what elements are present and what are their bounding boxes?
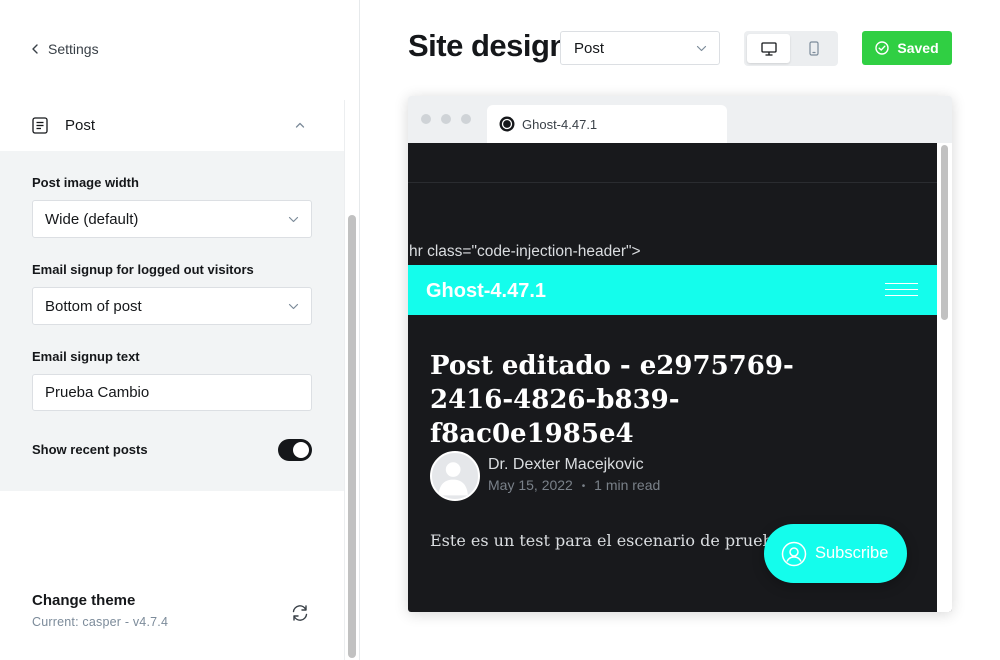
post-section-header[interactable]: Post <box>0 100 344 151</box>
check-circle-icon <box>875 41 890 55</box>
saved-label: Saved <box>897 40 939 56</box>
change-theme-block[interactable]: Change theme Current: casper - v4.7.4 <box>32 592 168 629</box>
browser-tab-title: Ghost-4.47.1 <box>522 116 598 132</box>
chevron-left-icon <box>30 44 40 54</box>
mobile-preview-button[interactable] <box>792 34 835 63</box>
preview-page-select[interactable]: Post <box>560 31 720 65</box>
image-width-label: Post image width <box>32 175 139 190</box>
window-dot <box>441 114 451 124</box>
code-injection-text: hr class="code-injection-header"> <box>409 243 641 260</box>
site-preview-frame: Ghost-4.47.1 hr class="code-injection-he… <box>408 96 952 612</box>
desktop-icon <box>760 41 777 56</box>
user-circle-icon <box>781 541 807 567</box>
post-meta: May 15, 2022 • 1 min read <box>488 477 660 493</box>
preview-viewport: hr class="code-injection-header"> Ghost-… <box>408 143 952 612</box>
design-settings-app: Settings Post Post image width Wide (def… <box>0 0 1000 660</box>
author-name[interactable]: Dr. Dexter Macejkovic <box>488 456 644 474</box>
meta-separator: • <box>581 481 586 492</box>
email-signup-label: Email signup for logged out visitors <box>32 262 254 277</box>
subscribe-label: Subscribe <box>815 544 889 562</box>
chevron-down-icon <box>696 43 707 54</box>
page-title: Site design <box>408 28 568 63</box>
post-excerpt: Este es un test para el escenario de pru… <box>430 531 798 550</box>
site-favicon-icon <box>499 116 515 132</box>
post-section-body: Post image width Wide (default) Email si… <box>0 151 344 491</box>
mobile-icon <box>808 41 819 56</box>
desktop-preview-button[interactable] <box>747 34 790 63</box>
refresh-icon[interactable] <box>290 603 310 623</box>
author-avatar[interactable] <box>430 451 480 501</box>
window-dot <box>421 114 431 124</box>
toggle-knob <box>293 442 309 458</box>
divider <box>408 182 937 183</box>
post-title: Post editado - e2975769-2416-4826-b839-f… <box>430 351 794 449</box>
chevron-down-icon <box>288 301 299 312</box>
document-icon <box>32 117 48 134</box>
sidebar: Settings Post Post image width Wide (def… <box>0 0 360 660</box>
recent-posts-label: Show recent posts <box>32 442 148 457</box>
window-dot <box>461 114 471 124</box>
hamburger-menu-icon[interactable] <box>885 283 918 297</box>
current-theme-label: Current: casper - v4.7.4 <box>32 615 169 629</box>
preview-scrollbar-thumb[interactable] <box>941 145 948 320</box>
email-text-label: Email signup text <box>32 349 140 364</box>
saved-button[interactable]: Saved <box>862 31 952 65</box>
image-width-select[interactable]: Wide (default) <box>32 200 312 238</box>
chevron-down-icon <box>288 214 299 225</box>
subscribe-button[interactable]: Subscribe <box>764 524 907 583</box>
read-time: 1 min read <box>594 477 661 493</box>
device-toggle <box>744 31 838 66</box>
recent-posts-toggle[interactable] <box>278 439 312 461</box>
post-section-title: Post <box>65 117 96 134</box>
back-to-settings-link[interactable]: Settings <box>30 38 99 60</box>
main-panel: Site design Post Saved Ghost-4.47.1 hr c… <box>361 0 1000 660</box>
preview-page-value: Post <box>574 39 605 57</box>
chevron-up-icon[interactable] <box>294 119 306 131</box>
email-signup-select[interactable]: Bottom of post <box>32 287 312 325</box>
change-theme-title: Change theme <box>32 592 136 609</box>
site-header: Ghost-4.47.1 <box>408 265 937 315</box>
post-date: May 15, 2022 <box>488 477 573 493</box>
image-width-value: Wide (default) <box>45 210 139 228</box>
email-signup-text-input[interactable] <box>32 374 312 411</box>
browser-tab: Ghost-4.47.1 <box>487 105 727 143</box>
site-logo[interactable]: Ghost-4.47.1 <box>426 280 546 303</box>
email-signup-value: Bottom of post <box>45 297 142 315</box>
browser-chrome: Ghost-4.47.1 <box>408 96 952 143</box>
sidebar-scrollbar-thumb[interactable] <box>348 215 356 658</box>
back-link-label: Settings <box>48 41 99 57</box>
